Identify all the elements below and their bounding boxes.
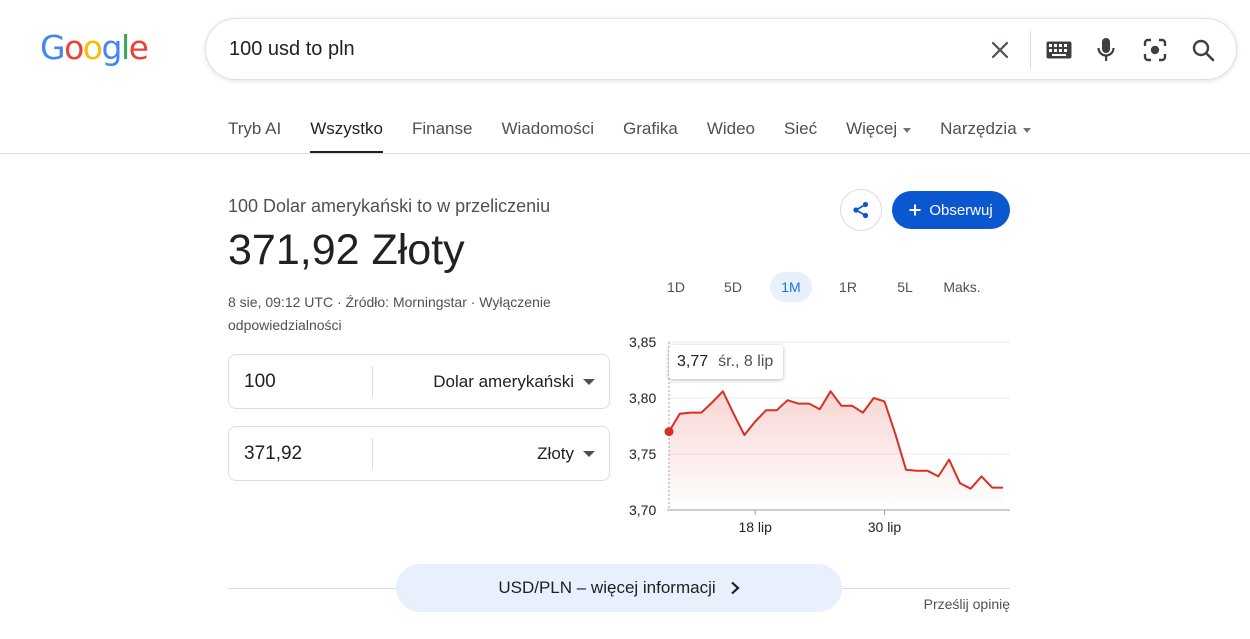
exchange-rate-chart: 3,85 3,80 3,75 3,70 18 lip 30 lip bbox=[629, 334, 1010, 535]
tab-wideo[interactable]: Wideo bbox=[707, 106, 755, 154]
chevron-down-icon bbox=[903, 128, 912, 133]
search-input[interactable] bbox=[229, 19, 929, 79]
share-icon bbox=[853, 201, 869, 219]
conversion-meta: 8 sie, 09:12 UTC · Źródło: Morningstar ·… bbox=[228, 294, 551, 333]
feedback-link[interactable]: Prześlij opinię bbox=[924, 596, 1010, 612]
tab-label: Sieć bbox=[784, 119, 818, 138]
x-tick-label: 30 lip bbox=[868, 519, 902, 535]
y-tick-label: 3,80 bbox=[629, 390, 656, 406]
tab-label: Tryb AI bbox=[228, 119, 282, 138]
chevron-down-icon bbox=[583, 378, 595, 385]
highlight-point bbox=[664, 427, 674, 437]
tab-label: Grafika bbox=[623, 119, 678, 138]
to-currency-box: Złoty bbox=[228, 426, 610, 481]
lens-icon[interactable] bbox=[1140, 35, 1170, 65]
plus-icon bbox=[909, 204, 921, 216]
logo-letter: G bbox=[40, 28, 66, 67]
tab-finanse[interactable]: Finanse bbox=[412, 106, 472, 154]
conversion-subtitle: 100 Dolar amerykański to w przeliczeniu bbox=[228, 196, 551, 216]
more-info-label: USD/PLN – więcej informacji bbox=[498, 578, 716, 597]
logo-letter: g bbox=[101, 28, 122, 67]
keyboard-icon[interactable] bbox=[1044, 36, 1074, 64]
follow-button[interactable]: Obserwuj bbox=[892, 191, 1010, 229]
range-1m[interactable]: 1M bbox=[770, 272, 812, 302]
tab-wszystko[interactable]: Wszystko bbox=[310, 106, 383, 154]
share-button[interactable] bbox=[840, 189, 882, 231]
tab-label: Wszystko bbox=[310, 119, 383, 138]
tab-wiadomo-ci[interactable]: Wiadomości bbox=[501, 106, 594, 154]
conversion-result: 371,92 Złoty bbox=[228, 226, 465, 274]
time-range-selector: 1D 5D 1M 1R 5L Maks. bbox=[654, 272, 1014, 302]
logo-letter: e bbox=[128, 28, 149, 67]
range-5l[interactable]: 5L bbox=[884, 272, 926, 302]
tab-label: Narzędzia bbox=[940, 119, 1017, 138]
logo-letter: o bbox=[64, 28, 84, 67]
search-tabs: Tryb AI Wszystko Finanse Wiadomości Grafika W… bbox=[228, 106, 1031, 154]
tab-label: Finanse bbox=[411, 119, 473, 138]
to-currency-select[interactable]: Złoty bbox=[389, 427, 609, 480]
from-divider bbox=[372, 366, 373, 397]
from-currency-select[interactable]: Dolar amerykański bbox=[389, 355, 609, 408]
close-icon[interactable] bbox=[986, 36, 1014, 64]
tab-label: Wiadomości bbox=[501, 119, 595, 138]
chevron-down-icon bbox=[583, 450, 595, 457]
tab-grafika[interactable]: Grafika bbox=[623, 106, 678, 154]
tab-narz-dzia[interactable]: Narzędzia bbox=[940, 106, 1031, 154]
to-currency-label: Złoty bbox=[537, 443, 574, 463]
follow-label: Obserwuj bbox=[929, 201, 993, 219]
search-bar bbox=[205, 18, 1237, 80]
chart-tooltip: 3,77 śr., 8 lip bbox=[669, 345, 784, 379]
tooltip-date: śr., 8 lip bbox=[718, 353, 774, 370]
range-5d[interactable]: 5D bbox=[712, 272, 754, 302]
y-tick-label: 3,70 bbox=[629, 502, 656, 518]
chevron-down-icon bbox=[1022, 128, 1031, 133]
range-1r[interactable]: 1R bbox=[827, 272, 869, 302]
search-divider bbox=[1030, 31, 1031, 69]
from-currency-box: Dolar amerykański bbox=[228, 354, 610, 409]
tooltip-value: 3,77 bbox=[677, 353, 709, 370]
logo-letter: l bbox=[120, 28, 130, 67]
tab-wi-cej[interactable]: Więcej bbox=[846, 106, 912, 154]
logo-letter: o bbox=[82, 28, 103, 67]
tabs-divider bbox=[0, 153, 1250, 154]
google-logo[interactable]: Google bbox=[40, 28, 149, 67]
chevron-right-icon bbox=[730, 581, 740, 595]
microphone-icon[interactable] bbox=[1092, 35, 1120, 65]
series-area bbox=[669, 391, 1003, 510]
more-info-button[interactable]: USD/PLN – więcej informacji bbox=[396, 564, 842, 612]
range-maks[interactable]: Maks. bbox=[941, 272, 983, 302]
x-tick-label: 18 lip bbox=[738, 519, 772, 535]
to-divider bbox=[372, 438, 373, 469]
search-icon[interactable] bbox=[1188, 35, 1218, 65]
range-1d[interactable]: 1D bbox=[655, 272, 697, 302]
tab-sie-[interactable]: Sieć bbox=[784, 106, 817, 154]
y-tick-label: 3,75 bbox=[629, 446, 656, 462]
tab-tryb-ai[interactable]: Tryb AI bbox=[228, 106, 281, 154]
from-currency-label: Dolar amerykański bbox=[433, 371, 574, 391]
tab-label: Więcej bbox=[846, 119, 898, 138]
tab-label: Wideo bbox=[706, 119, 756, 138]
to-amount-input[interactable] bbox=[244, 427, 364, 480]
from-amount-input[interactable] bbox=[244, 355, 364, 408]
y-tick-label: 3,85 bbox=[629, 334, 656, 350]
